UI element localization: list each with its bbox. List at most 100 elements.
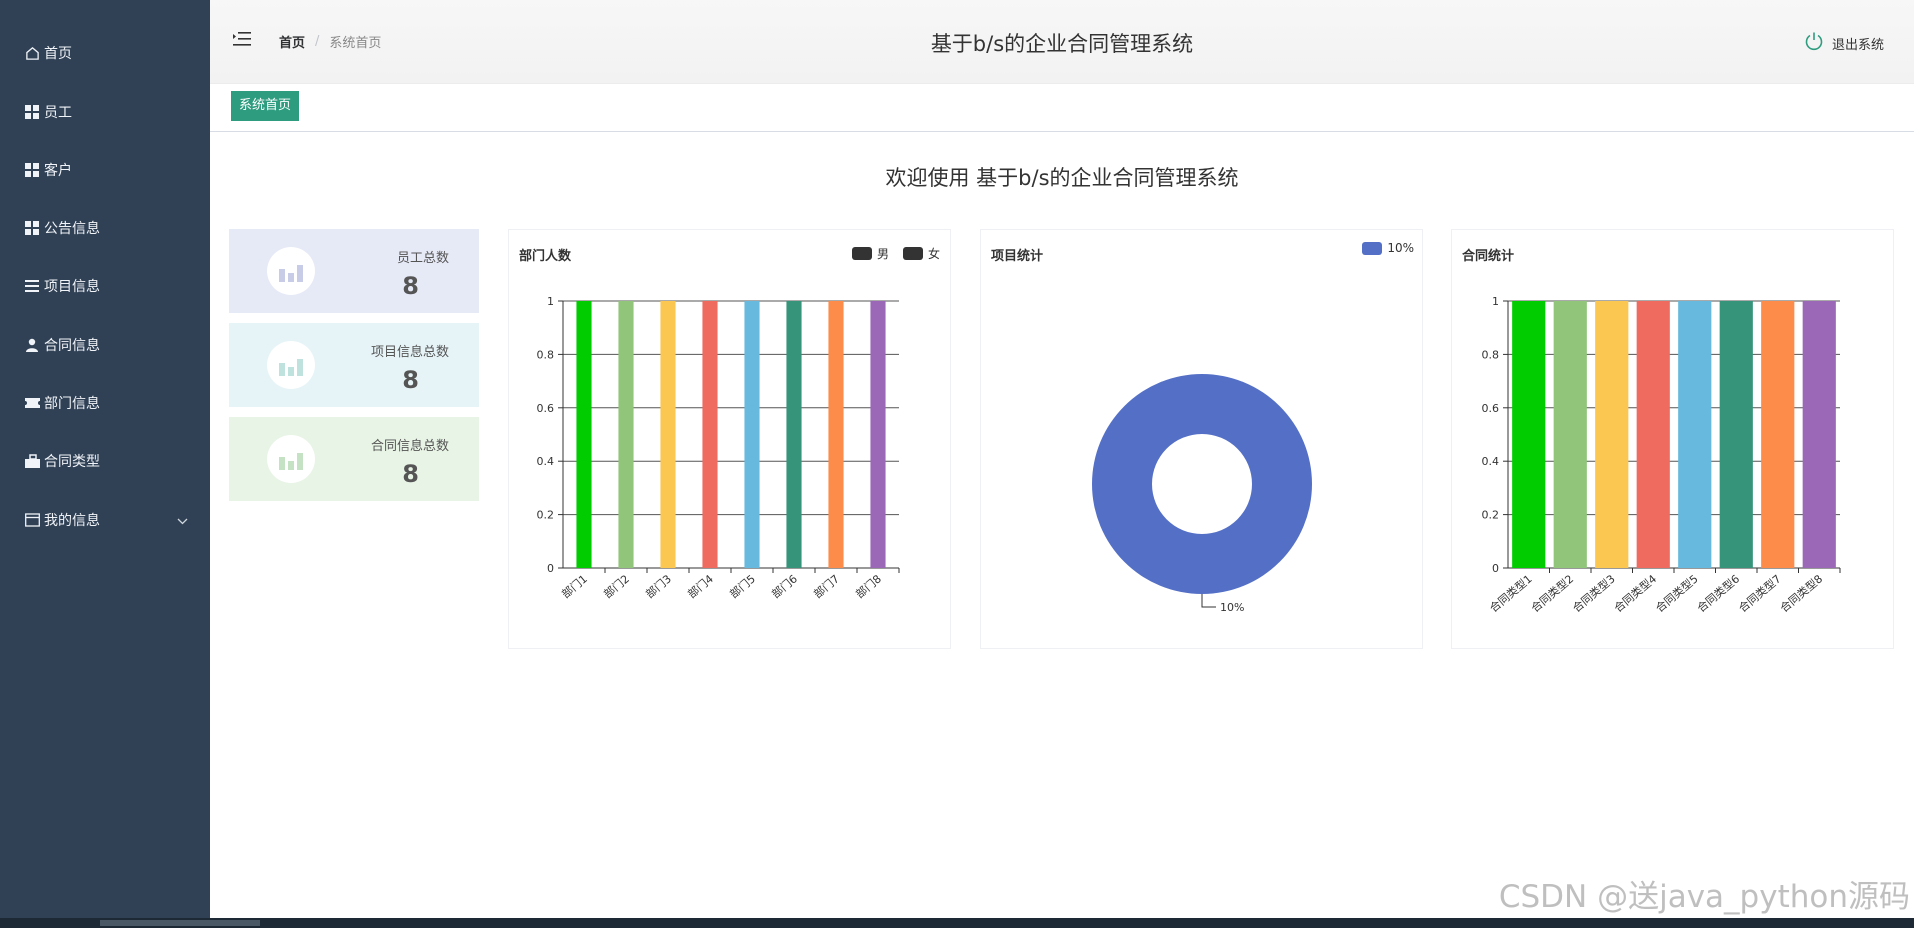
top-header: 首页 / 系统首页 基于b/s的企业合同管理系统 退出系统 xyxy=(210,0,1914,84)
y-tick-label: 0 xyxy=(1492,562,1499,575)
sidebar-item-label: 项目信息 xyxy=(44,279,100,295)
stat-card-employees: 员工总数 8 xyxy=(229,229,479,313)
y-tick-label: 0 xyxy=(547,562,554,575)
pie-slice xyxy=(1092,374,1312,594)
sidebar-item-label: 客户 xyxy=(44,163,72,179)
bar xyxy=(1761,301,1795,568)
x-tick-label: 合同类型5 xyxy=(1653,572,1701,616)
stat-card-projects: 项目信息总数 8 xyxy=(229,323,479,407)
chart-panel-project: 项目统计 10% 10% xyxy=(980,229,1423,649)
sidebar-item-my-info[interactable]: 我的信息 xyxy=(0,500,210,540)
slice-label-line xyxy=(1201,594,1216,608)
project-donut-chart: 10% xyxy=(1092,374,1312,614)
y-tick-label: 0.2 xyxy=(1482,509,1500,522)
stat-card-contracts: 合同信息总数 8 xyxy=(229,417,479,501)
y-tick-label: 1 xyxy=(1492,295,1499,308)
stat-label: 员工总数 xyxy=(396,251,449,266)
sidebar-item-contract[interactable]: 合同信息 xyxy=(0,325,210,365)
y-tick-label: 0.4 xyxy=(1482,455,1500,468)
y-tick-label: 0.4 xyxy=(537,455,555,468)
sidebar-item-label: 合同信息 xyxy=(44,338,100,354)
contract-bar-chart: 00.20.40.60.81合同类型1合同类型2合同类型3合同类型4合同类型5合… xyxy=(1482,295,1841,616)
stat-label: 合同信息总数 xyxy=(370,439,449,454)
sidebar-item-notice[interactable]: 公告信息 xyxy=(0,208,210,248)
y-tick-label: 0.2 xyxy=(537,509,555,522)
chart-panel-contract: 合同统计 0 0.2 0.4 0.6 0.8 1 合同类型1 合同类型2 合同类型3 合同类型4 合… xyxy=(1451,229,1894,649)
department-bar-chart: 0 0.2 0.4 0.6 0.8 1 部门1 部门2 部门3 部门4 部门5 部门6 部门7 部门8 xyxy=(537,295,900,601)
sidebar-item-employee[interactable]: 员工 xyxy=(0,92,210,132)
horizontal-scrollbar[interactable] xyxy=(0,918,1914,928)
user-icon xyxy=(24,337,40,353)
logout-button[interactable]: 退出系统 xyxy=(1804,31,1884,55)
x-tick-label: 部门3 xyxy=(643,572,674,601)
bar xyxy=(618,301,634,568)
grid-icon xyxy=(24,104,40,120)
list-icon xyxy=(24,278,40,294)
chart-panel-department: 部门人数 男 女 0 0.2 0.4 0.6 0.8 1 部门1 部门2 部门3 部门4 部门5 部门… xyxy=(508,229,951,649)
stat-value: 8 xyxy=(402,366,419,394)
sidebar-item-customer[interactable]: 客户 xyxy=(0,150,210,190)
bar xyxy=(1636,301,1670,568)
tag-home[interactable]: 系统首页 xyxy=(231,91,300,121)
y-tick-label: 0.8 xyxy=(1482,348,1500,361)
x-tick-label: 合同类型4 xyxy=(1611,572,1659,616)
bar xyxy=(1595,301,1629,568)
chevron-down-icon xyxy=(177,513,188,529)
x-tick-label: 部门6 xyxy=(769,572,800,601)
sidebar-item-project[interactable]: 项目信息 xyxy=(0,266,210,306)
logout-label: 退出系统 xyxy=(1831,37,1884,53)
bar-chart-icon xyxy=(267,341,315,389)
x-tick-label: 合同类型6 xyxy=(1694,572,1742,616)
y-tick-label: 0.6 xyxy=(537,402,555,415)
x-tick-label: 合同类型7 xyxy=(1736,572,1784,616)
home-icon xyxy=(24,45,40,61)
y-tick-label: 1 xyxy=(547,295,554,308)
sidebar-item-label: 我的信息 xyxy=(44,513,100,529)
sidebar-item-label: 员工 xyxy=(44,105,72,121)
bar xyxy=(1512,301,1546,568)
watermark: CSDN @送java_python源码 xyxy=(1498,879,1910,915)
x-tick-label: 部门4 xyxy=(685,572,716,601)
bar xyxy=(1553,301,1587,568)
stat-value: 8 xyxy=(402,460,419,488)
welcome-text: 欢迎使用 基于b/s的企业合同管理系统 xyxy=(885,166,1239,190)
x-tick-label: 合同类型3 xyxy=(1570,572,1618,616)
x-tick-label: 合同类型1 xyxy=(1487,572,1535,616)
ticket-icon xyxy=(24,395,40,411)
bar xyxy=(660,301,676,568)
sidebar-item-department[interactable]: 部门信息 xyxy=(0,383,210,423)
sidebar-item-label: 公告信息 xyxy=(44,221,100,237)
sidebar-item-label: 合同类型 xyxy=(44,454,100,470)
bar xyxy=(702,301,718,568)
bar xyxy=(576,301,592,568)
bar xyxy=(1802,301,1836,568)
stat-label: 项目信息总数 xyxy=(370,345,449,360)
grid-icon xyxy=(24,162,40,178)
x-tick-label: 部门1 xyxy=(559,572,590,601)
x-tick-label: 部门2 xyxy=(601,572,632,601)
tags-bar: 系统首页 xyxy=(210,84,1914,132)
sidebar-item-home[interactable]: 首页 xyxy=(0,33,210,73)
scrollbar-thumb[interactable] xyxy=(100,920,260,926)
slice-label: 10% xyxy=(1220,601,1244,614)
power-icon xyxy=(1804,31,1824,55)
bar xyxy=(1678,301,1712,568)
x-tick-label: 部门5 xyxy=(727,572,758,601)
stat-value: 8 xyxy=(402,272,419,300)
x-tick-label: 合同类型2 xyxy=(1528,572,1576,616)
bar xyxy=(744,301,760,568)
sidebar-item-label: 部门信息 xyxy=(44,396,100,412)
bar xyxy=(828,301,844,568)
sidebar: 首页 员工 客户 公告信息 项目信息 合同信息 部门信息 合同类型 我的信息 xyxy=(0,0,210,918)
bar xyxy=(786,301,802,568)
sidebar-item-contract-type[interactable]: 合同类型 xyxy=(0,441,210,481)
page-title: 基于b/s的企业合同管理系统 xyxy=(930,32,1194,56)
window-icon xyxy=(24,512,40,528)
bar xyxy=(870,301,886,568)
grid-icon xyxy=(24,220,40,236)
bar-chart-icon xyxy=(267,247,315,295)
x-tick-label: 合同类型8 xyxy=(1777,572,1825,616)
briefcase-icon xyxy=(24,453,40,469)
sidebar-item-label: 首页 xyxy=(44,46,72,62)
bar-chart-icon xyxy=(267,435,315,483)
